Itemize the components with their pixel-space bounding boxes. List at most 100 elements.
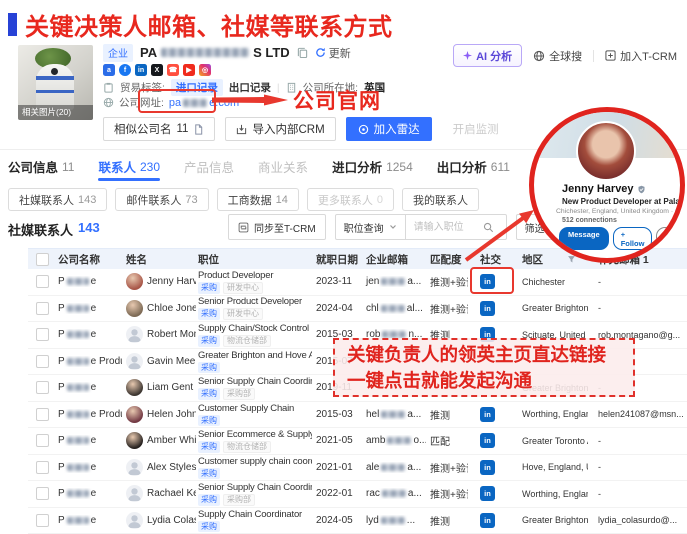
job-query-dropdown[interactable]: 职位查询 (335, 214, 406, 240)
similar-count: 11 (177, 123, 189, 135)
website-callout-text: 公司官网 (293, 85, 381, 115)
row-checkbox-cell (28, 275, 56, 288)
department-tag: 研发中心 (223, 282, 263, 294)
row-checkbox[interactable] (36, 355, 49, 368)
linkedin-link-icon[interactable]: in (480, 301, 495, 316)
instagram-icon[interactable]: ◎ (199, 64, 211, 76)
row-checkbox[interactable] (36, 461, 49, 474)
person-icon (126, 326, 143, 343)
join-tcrm-button[interactable]: 加入T-CRM (605, 48, 677, 64)
facebook-icon[interactable]: f (119, 64, 131, 76)
linkedin-more-button[interactable]: More (656, 227, 685, 250)
hire-date-cell: 2024-05 (312, 515, 362, 526)
global-search-label: 全球搜 (549, 48, 582, 64)
globe-icon (103, 97, 114, 108)
start-monitor-button[interactable]: 开启监测 (442, 117, 510, 141)
name-cell: Liam Gent (122, 379, 196, 396)
tab-5[interactable]: 出口分析 611 (437, 152, 510, 181)
sync-tcrm-button[interactable]: 同步至T-CRM (228, 214, 326, 240)
position-tags: 采购研发中心 (198, 282, 312, 294)
row-checkbox-cell (28, 328, 56, 341)
tab-label: 出口分析 (437, 157, 487, 176)
annotation-box: 关键负责人的领英主页直达链接 一键点击就能发起沟通 (333, 338, 635, 397)
department-tag: 采购部 (223, 388, 255, 400)
contact-name: Liam Gent (147, 382, 193, 393)
email-suffix: a... (408, 488, 422, 499)
blurred-text (67, 411, 89, 418)
company-type-badge: 企业 (103, 44, 133, 62)
linkedin-link-icon[interactable]: in (480, 407, 495, 422)
email-prefix: ale (366, 462, 379, 473)
phone-icon[interactable]: ☎ (167, 64, 179, 76)
sub-tab-3[interactable]: 更多联系人0 (307, 188, 394, 211)
blurred-text (67, 278, 89, 285)
row-checkbox[interactable] (36, 487, 49, 500)
linkedin-connections: 512 connections (562, 217, 617, 224)
x-icon[interactable]: X (151, 64, 163, 76)
linkedin-follow-button[interactable]: + Follow (613, 227, 653, 250)
global-search-button[interactable]: 全球搜 (533, 48, 582, 64)
sub-tab-0[interactable]: 社媒联系人143 (8, 188, 107, 211)
chevron-down-icon (389, 223, 397, 231)
tab-3[interactable]: 商业关系 (258, 152, 308, 181)
row-checkbox[interactable] (36, 381, 49, 394)
website-icon[interactable]: a (103, 64, 115, 76)
linkedin-contact-info-link[interactable]: Contact info (675, 208, 685, 215)
email-suffix: o... (413, 435, 426, 446)
row-checkbox[interactable] (36, 434, 49, 447)
tab-1[interactable]: 联系人230 (98, 152, 160, 181)
youtube-icon[interactable]: ▶ (183, 64, 195, 76)
social-cell: in (468, 433, 514, 448)
extra-email-cell: - (588, 489, 687, 499)
position-title: Customer supply chain coordinator (198, 456, 312, 467)
linkedin-link-icon[interactable]: in (480, 513, 495, 528)
position-title: Greater Brighton and Hove Area (198, 350, 312, 361)
import-crm-button[interactable]: 导入内部CRM (225, 117, 335, 141)
match-cell: 推测 (426, 513, 468, 528)
region-cell: Greater Brighton a... (514, 515, 588, 525)
tab-0[interactable]: 公司信息11 (8, 152, 74, 181)
row-checkbox[interactable] (36, 408, 49, 421)
ai-analyze-button[interactable]: AI 分析 (453, 44, 522, 67)
sub-tab-label: 邮件联系人 (126, 192, 181, 208)
blurred-text (67, 358, 89, 365)
contact-name: Gavin Meeks (147, 356, 196, 367)
sub-tab-label: 工商数据 (228, 192, 272, 208)
tab-4[interactable]: 进口分析1254 (332, 152, 413, 181)
sub-tab-2[interactable]: 工商数据14 (217, 188, 299, 211)
blurred-text (387, 437, 411, 444)
similar-companies-button[interactable]: 相似公司名 11 (103, 117, 215, 141)
company-suffix: e (91, 515, 97, 526)
company-photo[interactable]: 相关图片(20) (18, 45, 93, 120)
row-checkbox[interactable] (36, 328, 49, 341)
linkedin-icon[interactable]: in (135, 64, 147, 76)
select-all-checkbox[interactable] (36, 253, 49, 266)
tab-2[interactable]: 产品信息 (184, 152, 234, 181)
sub-tab-1[interactable]: 邮件联系人73 (115, 188, 208, 211)
linkedin-link-icon[interactable]: in (480, 433, 495, 448)
company-cell: Pe (56, 382, 122, 393)
linkedin-link-icon[interactable]: in (480, 460, 495, 475)
email-suffix: a... (407, 409, 421, 420)
name-cell: Helen Johnstone (122, 406, 196, 423)
email-suffix: a... (407, 462, 421, 473)
linkedin-link-icon[interactable]: in (480, 486, 495, 501)
position-tags: 采购 (198, 521, 312, 532)
add-radar-button[interactable]: 加入雷达 (346, 117, 432, 141)
export-records-tag[interactable]: 出口记录 (229, 80, 271, 95)
procurement-tag: 采购 (198, 388, 220, 400)
tab-count: 611 (491, 160, 510, 174)
table-row: PeChloe JonesSenior Product Developer采购研… (28, 296, 687, 323)
linkedin-message-button[interactable]: Message (559, 227, 609, 250)
row-checkbox[interactable] (36, 514, 49, 527)
position-cell: Customer Supply Chain采购 (196, 403, 312, 426)
copy-icon[interactable] (297, 47, 308, 58)
company-cell: Pe Produc... (56, 356, 122, 367)
row-checkbox[interactable] (36, 275, 49, 288)
job-query-label: 职位查询 (344, 220, 384, 235)
refresh-button[interactable]: 更新 (315, 45, 351, 61)
position-cell: Senior Ecommerce & Supply Cha...采购物流仓储部 (196, 429, 312, 453)
globe-icon (533, 50, 545, 62)
radar-icon (358, 124, 369, 135)
row-checkbox[interactable] (36, 302, 49, 315)
